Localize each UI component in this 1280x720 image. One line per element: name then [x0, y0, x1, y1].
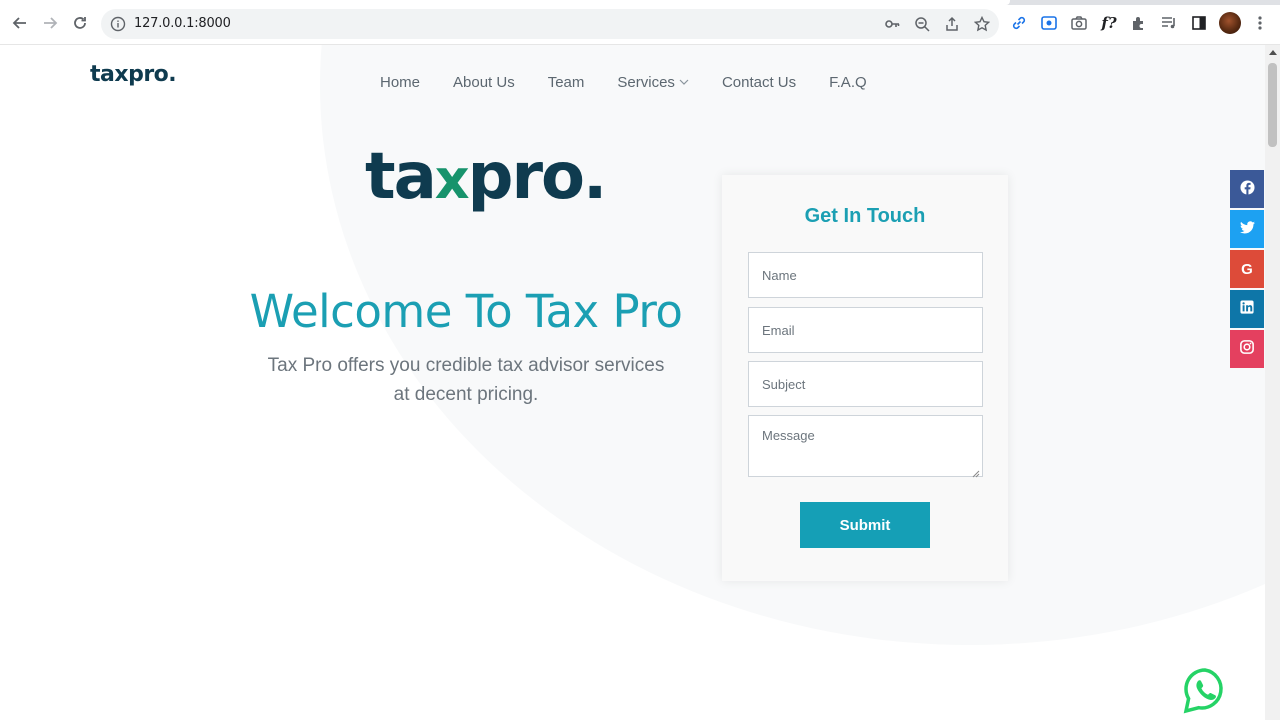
extensions-puzzle-icon[interactable]	[1129, 13, 1149, 33]
google-icon: G	[1241, 260, 1253, 278]
message-textarea[interactable]: Message	[748, 415, 983, 478]
scroll-up-arrow-icon[interactable]	[1269, 50, 1277, 55]
subject-placeholder: Subject	[762, 376, 806, 392]
hero-title: Welcome To Tax Pro	[249, 285, 683, 338]
back-icon[interactable]	[9, 12, 31, 34]
logo-text-left: ta	[90, 62, 115, 87]
header-logo[interactable]: taxpro.	[90, 62, 177, 87]
nav-item-faq[interactable]: F.A.Q	[829, 74, 867, 91]
logo-text-right: pro	[128, 62, 169, 87]
twitter-icon	[1239, 220, 1255, 238]
web-page: taxpro. Home About Us Team Services Cont…	[0, 45, 1265, 720]
facebook-button[interactable]	[1230, 170, 1264, 208]
key-icon[interactable]	[883, 15, 901, 33]
name-input[interactable]: Name	[748, 252, 983, 298]
address-bar[interactable]: 127.0.0.1:8000	[101, 9, 999, 39]
resize-handle-icon[interactable]	[972, 466, 980, 478]
linkedin-button[interactable]	[1230, 290, 1264, 328]
nav-item-about-us[interactable]: About Us	[453, 74, 515, 91]
zoom-icon[interactable]	[913, 15, 931, 33]
side-panel-icon[interactable]	[1189, 13, 1209, 33]
nav-item-services-label: Services	[617, 74, 675, 91]
linkedin-icon	[1240, 300, 1254, 318]
active-tab[interactable]	[0, 0, 1010, 5]
screen-record-extension-icon[interactable]	[1039, 13, 1059, 33]
google-button[interactable]: G	[1230, 250, 1264, 288]
contact-form: Get In Touch Name Email Subject Message …	[722, 175, 1008, 581]
hero-subtitle: Tax Pro offers you credible tax advisor …	[267, 355, 665, 405]
logo-text-x: x	[114, 62, 129, 87]
whatsapp-icon[interactable]	[1183, 667, 1227, 715]
submit-button[interactable]: Submit	[800, 502, 930, 548]
logo-dot: .	[168, 62, 177, 87]
font-identifier-extension-icon[interactable]: f?	[1099, 13, 1119, 33]
reload-icon[interactable]	[69, 12, 91, 34]
email-input[interactable]: Email	[748, 307, 983, 353]
site-info-icon[interactable]	[110, 16, 126, 32]
email-placeholder: Email	[762, 322, 795, 338]
instagram-button[interactable]	[1230, 330, 1264, 368]
tab-strip	[0, 0, 1280, 5]
chevron-down-icon	[679, 77, 689, 88]
chrome-menu-icon[interactable]	[1250, 13, 1270, 33]
name-placeholder: Name	[762, 267, 797, 283]
forward-icon[interactable]	[39, 12, 61, 34]
main-navigation: Home About Us Team Services Contact Us F…	[380, 74, 900, 91]
profile-avatar[interactable]	[1219, 12, 1241, 34]
hero-logo-text-left: ta	[365, 140, 437, 214]
scrollbar-thumb[interactable]	[1268, 63, 1277, 147]
contact-form-title: Get In Touch	[804, 205, 926, 227]
link-extension-icon[interactable]	[1009, 13, 1029, 33]
nav-item-team[interactable]: Team	[548, 74, 585, 91]
url-text[interactable]: 127.0.0.1:8000	[134, 16, 231, 31]
browser-toolbar: 127.0.0.1:8000 f?	[0, 0, 1280, 45]
hero-logo-text-right: pro	[467, 140, 585, 214]
share-icon[interactable]	[943, 15, 961, 33]
instagram-icon	[1240, 340, 1254, 358]
hero-logo-text-x: x	[434, 148, 470, 211]
twitter-button[interactable]	[1230, 210, 1264, 248]
bookmark-star-icon[interactable]	[973, 15, 991, 33]
nav-item-services[interactable]: Services	[617, 74, 689, 91]
nav-item-contact-us[interactable]: Contact Us	[722, 74, 796, 91]
facebook-icon	[1239, 179, 1255, 199]
camera-extension-icon[interactable]	[1069, 13, 1089, 33]
hero-logo: taxpro.	[365, 140, 607, 214]
message-placeholder: Message	[762, 428, 815, 443]
page-scrollbar[interactable]	[1265, 45, 1280, 720]
hero-logo-dot: .	[582, 140, 607, 214]
media-control-icon[interactable]	[1159, 13, 1179, 33]
subject-input[interactable]: Subject	[748, 361, 983, 407]
nav-item-home[interactable]: Home	[380, 74, 420, 91]
